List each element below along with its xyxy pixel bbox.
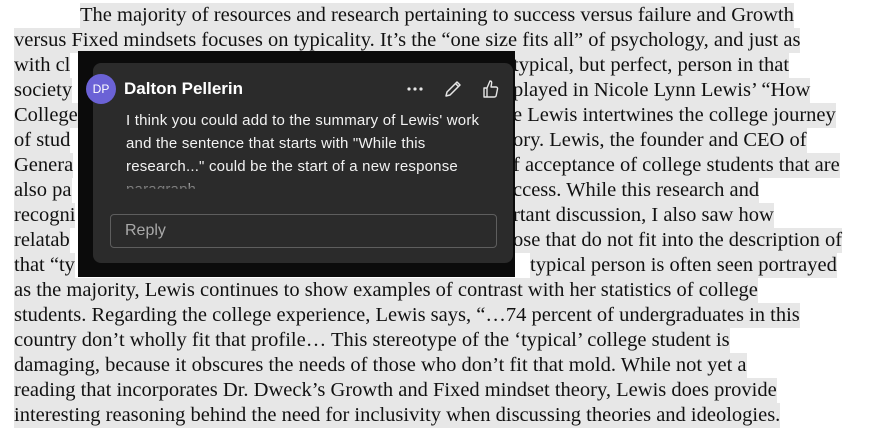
more-horizontal-icon	[407, 87, 423, 91]
text-line[interactable]: ory. Lewis, the founder and CEO of	[513, 128, 807, 153]
text-line[interactable]: of stud	[14, 128, 71, 153]
text-line[interactable]: rtant discussion, I also saw how	[513, 203, 774, 228]
text-line[interactable]: interesting reasoning behind the need fo…	[14, 403, 781, 428]
text-line[interactable]: students. Regarding the college experien…	[14, 303, 800, 328]
text-line[interactable]: relatab	[14, 228, 70, 253]
text-line[interactable]: country don’t wholly fit that profile… T…	[14, 328, 730, 353]
text-line[interactable]: ose that do not fit into the description…	[513, 228, 843, 253]
text-line[interactable]: Genera	[14, 153, 74, 178]
text-line[interactable]: recogni	[14, 203, 76, 228]
avatar[interactable]: DP	[86, 74, 116, 104]
text-line[interactable]: versus Fixed mindsets focuses on typical…	[14, 28, 801, 53]
text-line[interactable]: damaging, because it obscures the needs …	[14, 353, 747, 378]
text-line[interactable]: typical, but perfect, person in that	[513, 53, 790, 78]
like-button[interactable]	[479, 77, 503, 101]
comment-text-fade	[126, 177, 496, 193]
text-line[interactable]: played in Nicole Lynn Lewis’ “How	[513, 78, 811, 103]
text-line[interactable]: College	[14, 103, 78, 128]
text-line[interactable]: that “ty	[14, 253, 75, 278]
thumbs-up-icon	[483, 80, 499, 98]
text-line[interactable]: typical person is often seen portrayed	[530, 253, 837, 278]
more-options-button[interactable]	[403, 77, 427, 101]
text-line[interactable]: reading that incorporates Dr. Dweck’s Gr…	[14, 378, 777, 403]
edit-button[interactable]	[441, 77, 465, 101]
text-line[interactable]: ccess. While this research and	[513, 178, 760, 203]
comment-author: Dalton Pellerin	[124, 79, 244, 98]
comment-card[interactable]: DP Dalton Pellerin I think you could add…	[86, 63, 513, 263]
text-line[interactable]: with cl	[14, 53, 71, 78]
text-line[interactable]: society	[14, 78, 73, 103]
text-line[interactable]: f acceptance of college students that ar…	[513, 153, 840, 178]
text-line[interactable]: also pa	[14, 178, 72, 203]
text-line[interactable]: The majority of resources and research p…	[80, 3, 794, 28]
comment-actions	[403, 77, 503, 101]
reply-input[interactable]	[110, 214, 497, 248]
text-line[interactable]: as the majority, Lewis continues to show…	[14, 278, 758, 303]
pencil-icon	[445, 81, 461, 97]
text-line[interactable]: e Lewis intertwines the college journey	[513, 103, 836, 128]
